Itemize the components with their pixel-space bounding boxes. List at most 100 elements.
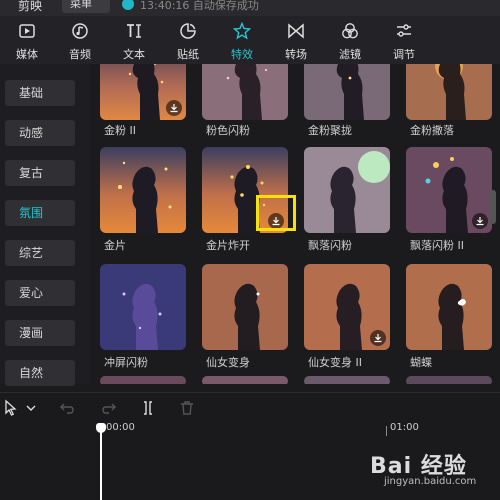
- download-icon: [374, 334, 382, 343]
- timeline-toolbar: [0, 392, 500, 423]
- tab-label: 媒体: [16, 48, 38, 61]
- split-button[interactable]: [139, 399, 157, 417]
- category-basic[interactable]: 基础: [5, 80, 75, 106]
- cursor-icon: [5, 399, 17, 416]
- tab-sticker[interactable]: 贴纸: [163, 16, 213, 64]
- category-atmosphere[interactable]: 氛围: [5, 200, 75, 226]
- tab-effects[interactable]: 特效: [217, 16, 267, 64]
- effect-label: 蝴蝶: [410, 356, 432, 369]
- tab-audio[interactable]: 音频: [55, 16, 105, 64]
- tab-media[interactable]: 媒体: [2, 16, 52, 64]
- effect-label: 金粉撒落: [410, 124, 454, 137]
- category-dynamic[interactable]: 动感: [5, 120, 75, 146]
- tab-label: 文本: [123, 48, 145, 61]
- effect-thumbnail[interactable]: [304, 147, 390, 233]
- timeline-ruler[interactable]: 00:00 01:00: [0, 422, 500, 438]
- tab-label: 特效: [231, 48, 253, 61]
- media-icon: [19, 24, 35, 38]
- redo-button[interactable]: [100, 399, 118, 417]
- category-variety[interactable]: 综艺: [5, 240, 75, 266]
- watermark-url: jingyan.baidu.com: [384, 476, 477, 487]
- effect-thumbnail[interactable]: [406, 64, 492, 120]
- silhouette-thumbnail: [304, 147, 390, 233]
- effect-label: 粉色闪粉: [206, 124, 250, 137]
- tab-adjust[interactable]: 调节: [379, 16, 429, 64]
- tab-label: 音频: [69, 48, 91, 61]
- download-icon: [170, 104, 178, 113]
- tab-label: 滤镜: [339, 48, 361, 61]
- transition-icon: [288, 23, 304, 39]
- effect-thumbnail[interactable]: [202, 64, 288, 120]
- tab-label: 贴纸: [177, 48, 199, 61]
- silhouette-thumbnail: [406, 376, 492, 384]
- tab-text[interactable]: 文本: [109, 16, 159, 64]
- title-bar: 剪映 菜单 13:40:16 自动保存成功: [0, 0, 500, 16]
- silhouette-thumbnail: [202, 376, 288, 384]
- effect-label: 金片: [104, 239, 126, 252]
- silhouette-thumbnail: [406, 64, 492, 120]
- time-label-mark: 01:00: [390, 422, 419, 433]
- chevron-down-icon: [26, 405, 36, 411]
- split-icon: [144, 401, 152, 415]
- playhead[interactable]: [100, 430, 102, 500]
- effect-thumbnail[interactable]: [406, 264, 492, 350]
- category-comic[interactable]: 漫画: [5, 320, 75, 346]
- audio-icon: [72, 23, 88, 39]
- effect-label: 飘落闪粉: [308, 239, 352, 252]
- playhead-handle[interactable]: [96, 423, 106, 433]
- silhouette-thumbnail: [100, 264, 186, 350]
- effect-thumbnail[interactable]: [304, 376, 390, 384]
- undo-icon: [60, 403, 74, 414]
- effect-label: 仙女变身 II: [308, 356, 362, 369]
- effect-thumbnail[interactable]: [100, 264, 186, 350]
- autosave-status: 13:40:16 自动保存成功: [140, 0, 259, 12]
- effect-thumbnail[interactable]: [202, 376, 288, 384]
- effect-thumbnail[interactable]: [304, 264, 390, 350]
- effect-thumbnail[interactable]: [100, 64, 186, 120]
- menu-button[interactable]: 菜单: [62, 0, 110, 13]
- effect-thumbnail[interactable]: [100, 376, 186, 384]
- autosave-check-icon: [122, 0, 134, 10]
- effect-label: 仙女变身: [206, 356, 250, 369]
- effect-thumbnail[interactable]: [406, 376, 492, 384]
- download-highlight-box: [256, 195, 296, 231]
- effect-thumbnail[interactable]: [100, 147, 186, 233]
- delete-button[interactable]: [178, 399, 196, 417]
- select-tool-dropdown[interactable]: [22, 399, 40, 417]
- effect-grid: 金粉 II 粉色闪粉 金粉聚拢 金粉撒落 金片 金片炸开 飘落闪粉 飘落闪粉 I…: [90, 64, 500, 384]
- effect-thumbnail[interactable]: [406, 147, 492, 233]
- filter-icon: [342, 23, 358, 39]
- download-button[interactable]: [370, 330, 386, 346]
- ruler-tick: [386, 426, 387, 436]
- download-button[interactable]: [166, 100, 182, 116]
- download-button[interactable]: [472, 213, 488, 229]
- effect-label: 金片炸开: [206, 239, 250, 252]
- app-name: 剪映: [18, 0, 43, 13]
- time-label-start: 00:00: [106, 422, 135, 433]
- effect-label: 金粉聚拢: [308, 124, 352, 137]
- effect-label: 飘落闪粉 II: [410, 239, 464, 252]
- redo-icon: [102, 403, 116, 414]
- adjust-icon: [397, 24, 411, 37]
- grid-scrollbar[interactable]: [490, 190, 496, 224]
- tab-label: 转场: [285, 48, 307, 61]
- tab-transition[interactable]: 转场: [271, 16, 321, 64]
- silhouette-thumbnail: [100, 376, 186, 384]
- text-icon: [127, 24, 141, 38]
- silhouette-thumbnail: [304, 64, 390, 120]
- download-icon: [476, 217, 484, 226]
- tab-filter[interactable]: 滤镜: [325, 16, 375, 64]
- effect-category-list: 基础 动感 复古 氛围 综艺 爱心 漫画 自然: [0, 64, 90, 386]
- select-tool-button[interactable]: [2, 399, 20, 417]
- main-toolbar: 媒体 音频 文本 贴纸 特效 转场 滤镜 调节: [0, 16, 500, 64]
- trash-icon: [181, 401, 193, 415]
- category-nature[interactable]: 自然: [5, 360, 75, 386]
- category-love[interactable]: 爱心: [5, 280, 75, 306]
- effect-label: 冲屏闪粉: [104, 356, 148, 369]
- silhouette-thumbnail: [202, 64, 288, 120]
- undo-button[interactable]: [58, 399, 76, 417]
- effect-thumbnail[interactable]: [304, 64, 390, 120]
- silhouette-thumbnail: [100, 147, 186, 233]
- effect-thumbnail[interactable]: [202, 264, 288, 350]
- category-retro[interactable]: 复古: [5, 160, 75, 186]
